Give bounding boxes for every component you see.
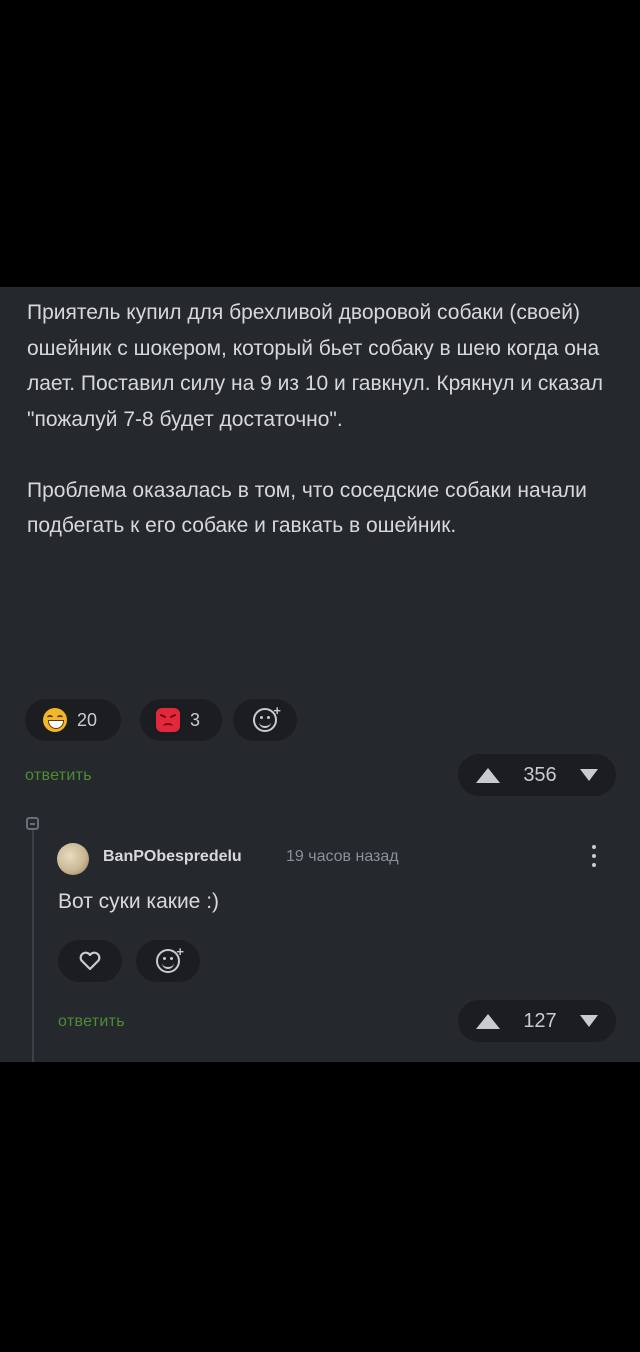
comment-vote-control: 127 bbox=[458, 1000, 616, 1042]
reaction-angry-chip[interactable]: 3 bbox=[140, 699, 222, 741]
add-emoji-icon: + bbox=[156, 944, 184, 973]
reaction-angry-count: 3 bbox=[190, 709, 201, 730]
post-paragraph-1: Приятель купил для брехливой дворовой со… bbox=[27, 301, 604, 431]
post-text: Приятель купил для брехливой дворовой со… bbox=[27, 295, 607, 544]
post-paragraph-2: Проблема оказалась в том, что соседские … bbox=[27, 478, 587, 538]
add-reaction-button[interactable]: + bbox=[233, 699, 297, 741]
add-emoji-icon: + bbox=[253, 703, 281, 732]
comment-thread: Приятель купил для брехливой дворовой со… bbox=[0, 287, 640, 1062]
angry-emoji-icon bbox=[156, 708, 180, 732]
avatar[interactable] bbox=[57, 843, 89, 875]
reaction-laugh-chip[interactable]: 20 bbox=[25, 699, 121, 741]
reply-link[interactable]: ответить bbox=[25, 767, 92, 785]
post-vote-control: 356 bbox=[458, 754, 616, 796]
like-button[interactable] bbox=[58, 940, 122, 982]
downvote-icon[interactable] bbox=[580, 1015, 598, 1027]
comment-add-reaction-button[interactable]: + bbox=[136, 940, 200, 982]
upvote-icon[interactable] bbox=[476, 1013, 500, 1029]
comment-text: Вот суки какие :) bbox=[58, 890, 220, 913]
post-score: 356 bbox=[523, 763, 557, 786]
downvote-icon[interactable] bbox=[580, 769, 598, 781]
comment-reply-link[interactable]: ответить bbox=[58, 1013, 125, 1031]
more-options-icon[interactable] bbox=[591, 845, 597, 872]
comment-score: 127 bbox=[523, 1009, 557, 1032]
comment-time: 19 часов назад bbox=[286, 848, 399, 865]
upvote-icon[interactable] bbox=[476, 767, 500, 783]
thread-line bbox=[32, 829, 34, 1062]
reaction-laugh-count: 20 bbox=[77, 709, 98, 730]
laughing-emoji-icon bbox=[43, 708, 67, 732]
comment-author[interactable]: BanPObespredelu bbox=[103, 848, 242, 866]
collapse-thread-icon[interactable] bbox=[26, 817, 39, 830]
heart-icon bbox=[79, 951, 101, 971]
